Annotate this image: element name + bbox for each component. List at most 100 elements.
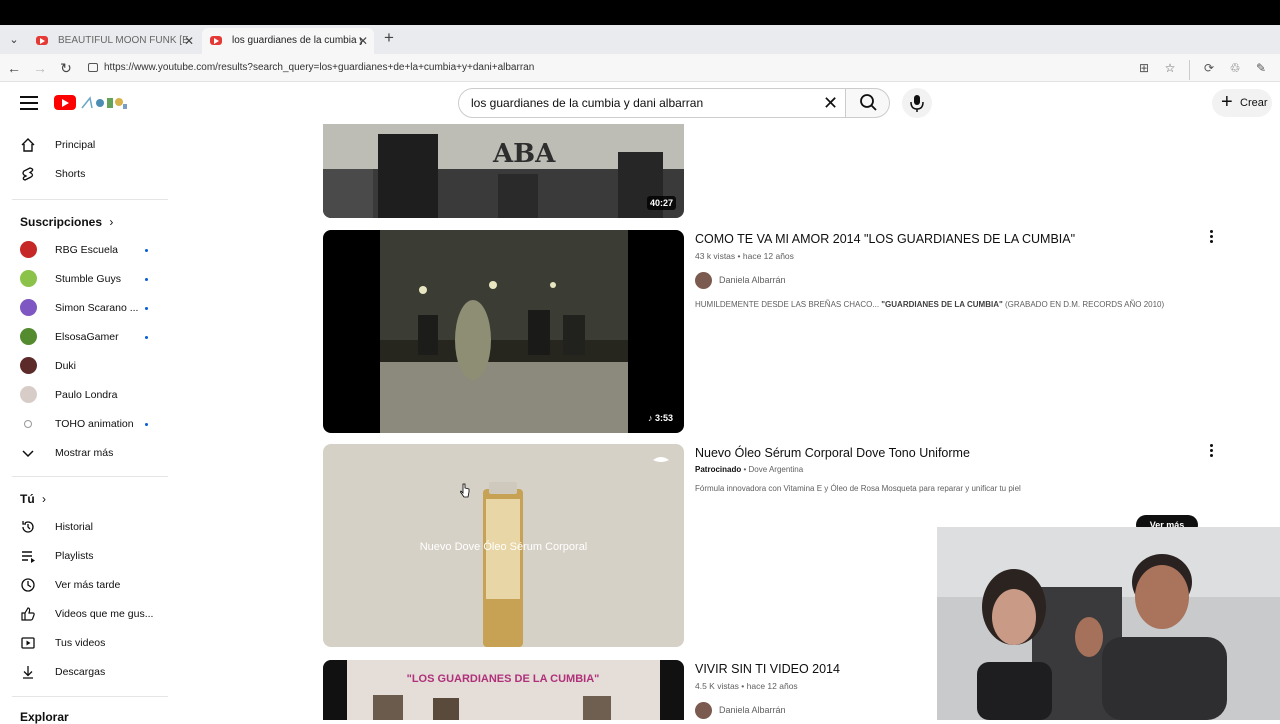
sidebar-item-shorts[interactable]: Shorts	[12, 160, 168, 188]
search-icon	[860, 94, 877, 111]
youtube-favicon-icon	[36, 36, 48, 45]
sidebar-item-subscription[interactable]: RBG Escuela	[12, 236, 168, 264]
mouse-cursor-icon	[460, 483, 470, 498]
new-content-dot	[145, 307, 148, 310]
forward-arrow-icon[interactable]: →	[30, 58, 50, 78]
tab-close-icon[interactable]: ✕	[184, 28, 194, 54]
webcam-overlay	[937, 527, 1280, 720]
video-thumbnail[interactable]: ♪ 3:53	[323, 230, 684, 433]
thumbnail-banner-text: "LOS GUARDIANES DE LA CUMBIA"	[407, 673, 600, 685]
sidebar: Principal Shorts Suscripciones › RBG Esc…	[0, 124, 170, 724]
sidebar-item-playlists[interactable]: Playlists	[12, 542, 168, 570]
show-more-button[interactable]: Mostrar más	[12, 439, 168, 467]
more-actions-icon[interactable]	[1208, 444, 1214, 460]
video-description: HUMILDEMENTE DESDE LAS BREÑAS CHACO... "…	[695, 300, 1165, 309]
sidebar-item-your-videos[interactable]: Tus videos	[12, 629, 168, 657]
sidebar-item-liked-videos[interactable]: Videos que me gus...	[12, 600, 168, 628]
sidebar-item-subscription[interactable]: Simon Scarano ...	[12, 294, 168, 322]
ad-title[interactable]: Nuevo Óleo Sérum Corporal Dove Tono Unif…	[695, 446, 970, 460]
sidebar-item-subscription[interactable]: Paulo Londra	[12, 381, 168, 409]
thumbnail-image: Nuevo Dove Óleo Sérum Corporal	[323, 444, 684, 647]
download-icon	[23, 666, 33, 679]
thumbnail-image	[323, 230, 684, 433]
voice-search-button[interactable]	[902, 88, 932, 118]
search-input[interactable]: los guardianes de la cumbia y dani albar…	[458, 88, 846, 118]
new-content-dot	[145, 278, 148, 281]
new-content-dot	[145, 249, 148, 252]
channel-avatar	[20, 270, 37, 287]
favorite-star-icon[interactable]: ☆	[1161, 58, 1179, 78]
webcam-image	[937, 527, 1280, 720]
reading-view-icon[interactable]: ⊞	[1135, 58, 1153, 78]
sidebar-divider	[12, 696, 168, 697]
collections-icon[interactable]: ♲	[1226, 58, 1244, 78]
url-field[interactable]: https://www.youtube.com/results?search_q…	[80, 57, 1280, 79]
site-info-icon[interactable]	[88, 63, 98, 72]
explore-heading: Explorar	[20, 710, 69, 724]
you-heading[interactable]: Tú ›	[20, 492, 46, 506]
chevron-right-icon: ›	[109, 215, 114, 229]
play-square-icon	[21, 637, 35, 649]
sidebar-item-watch-later[interactable]: Ver más tarde	[12, 571, 168, 599]
clear-search-icon[interactable]: ✕	[823, 92, 838, 114]
sidebar-item-history[interactable]: Historial	[12, 513, 168, 541]
reload-icon[interactable]: ↻	[56, 58, 76, 78]
channel-avatar	[695, 272, 712, 289]
browser-tab-inactive[interactable]: BEAUTIFUL MOON FUNK [EXTENDED] ✕	[28, 28, 200, 54]
channel-avatar	[20, 328, 37, 345]
youtube-header: los guardianes de la cumbia y dani albar…	[0, 82, 1280, 124]
thumbs-up-icon	[21, 607, 35, 621]
youtube-logo-icon[interactable]	[54, 95, 76, 110]
video-thumbnail[interactable]: "LOS GUARDIANES DE LA CUMBIA"	[323, 660, 684, 720]
playlist-icon	[22, 551, 35, 563]
sidebar-item-subscription[interactable]: ElsosaGamer	[12, 323, 168, 351]
menu-icon[interactable]	[20, 96, 38, 110]
shorts-icon	[22, 167, 34, 181]
copilot-icon[interactable]: ✎	[1252, 58, 1270, 78]
channel-avatar	[20, 299, 37, 316]
video-title[interactable]: COMO TE VA MI AMOR 2014 "LOS GUARDIANES …	[695, 232, 1075, 246]
home-icon	[21, 138, 35, 152]
video-metadata: 4.5 K vistas • hace 12 años	[695, 681, 798, 691]
sidebar-item-subscription[interactable]: TOHO animation	[12, 410, 168, 438]
video-metadata: 43 k vistas • hace 12 años	[695, 251, 794, 261]
extensions-icon[interactable]: ⟳	[1200, 58, 1218, 78]
youtube-doodle-icon[interactable]	[80, 94, 128, 111]
channel-avatar	[20, 386, 37, 403]
thumbnail-image: "LOS GUARDIANES DE LA CUMBIA"	[323, 660, 684, 720]
ad-overlay-text: Nuevo Dove Óleo Sérum Corporal	[420, 540, 588, 553]
svg-text:ABA: ABA	[492, 139, 556, 169]
duration-badge: ♪ 3:53	[644, 411, 676, 425]
ad-thumbnail[interactable]: Nuevo Dove Óleo Sérum Corporal	[323, 444, 684, 647]
browser-tab-active[interactable]: los guardianes de la cumbia y dani ✕	[202, 28, 374, 54]
history-icon	[22, 521, 34, 533]
sidebar-item-principal[interactable]: Principal	[12, 131, 168, 159]
sidebar-item-downloads[interactable]: Descargas	[12, 658, 168, 686]
sidebar-item-subscription[interactable]: Stumble Guys	[12, 265, 168, 293]
search-button[interactable]	[846, 88, 890, 118]
clock-icon	[21, 578, 35, 592]
chevron-right-icon: ›	[42, 492, 47, 506]
more-actions-icon[interactable]	[1208, 230, 1214, 246]
ad-description: Fórmula innovadora con Vitamina E y Óleo…	[695, 484, 1021, 493]
plus-icon: +	[1221, 91, 1233, 113]
tab-list-chevron-icon[interactable]: ⌄	[4, 31, 24, 49]
create-button[interactable]: + Crear	[1212, 89, 1272, 117]
video-thumbnail[interactable]: ABA 40:27	[323, 124, 684, 218]
channel-avatar	[695, 702, 712, 719]
channel-link[interactable]: Daniela Albarrán	[695, 701, 786, 719]
channel-link[interactable]: Daniela Albarrán	[695, 271, 786, 289]
tab-close-icon[interactable]: ✕	[358, 28, 368, 54]
os-top-bar	[0, 0, 1280, 25]
sidebar-item-subscription[interactable]: Duki	[12, 352, 168, 380]
video-title[interactable]: VIVIR SIN TI VIDEO 2014	[695, 662, 840, 676]
subscriptions-heading[interactable]: Suscripciones ›	[20, 215, 113, 229]
chevron-down-icon	[22, 450, 34, 458]
youtube-favicon-icon	[210, 36, 222, 45]
new-content-dot	[145, 336, 148, 339]
new-tab-button[interactable]: +	[380, 28, 398, 48]
channel-avatar	[20, 357, 37, 374]
microphone-icon	[910, 95, 924, 112]
back-arrow-icon[interactable]: ←	[4, 58, 24, 78]
tab-strip: ⌄ BEAUTIFUL MOON FUNK [EXTENDED] ✕ los g…	[0, 25, 1280, 54]
